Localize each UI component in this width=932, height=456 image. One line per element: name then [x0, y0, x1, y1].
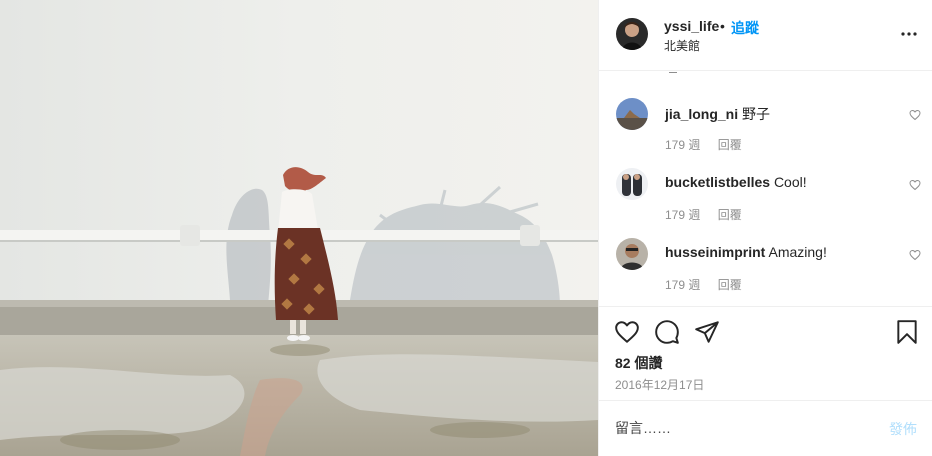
comment-item: jia_long_ni 野子 179 週 回覆 — [599, 98, 932, 160]
more-options-icon[interactable] — [901, 24, 917, 44]
comment-age: 179 週 — [665, 208, 701, 222]
comment-age: 179 週 — [665, 278, 701, 292]
comment-meta: 179 週 回覆 — [665, 276, 756, 293]
author-username[interactable]: yssi_life — [664, 18, 719, 34]
heart-icon[interactable] — [614, 319, 640, 345]
like-comment-heart-icon[interactable] — [909, 108, 921, 121]
like-comment-heart-icon[interactable] — [909, 178, 921, 191]
reply-button[interactable]: 回覆 — [718, 278, 742, 292]
comments-list[interactable]: jia_long_ni 野子 179 週 回覆 bucketlistbelles… — [599, 72, 932, 306]
comment-body: 野子 — [742, 106, 771, 122]
reply-button[interactable]: 回覆 — [718, 208, 742, 222]
comment-text: jia_long_ni 野子 — [665, 104, 770, 124]
post-panel: yssi_life • 追蹤 北美館 jia_long_ni 野子 179 週 … — [598, 0, 932, 456]
post-location[interactable]: 北美館 — [664, 37, 700, 54]
commenter-username[interactable]: bucketlistbelles — [665, 174, 770, 190]
comment-text: bucketlistbelles Cool! — [665, 174, 807, 190]
add-comment-bar: 發佈 — [599, 400, 932, 456]
comment-meta: 179 週 回覆 — [665, 136, 756, 153]
reply-button[interactable]: 回覆 — [718, 138, 742, 152]
like-comment-heart-icon[interactable] — [909, 248, 921, 261]
comment-meta: 179 週 回覆 — [665, 206, 756, 223]
comment-item: husseinimprint Amazing! 179 週 回覆 — [599, 238, 932, 300]
follow-button[interactable]: 追蹤 — [731, 18, 759, 38]
commenter-avatar[interactable] — [616, 168, 648, 200]
comment-body: Amazing! — [768, 244, 827, 260]
post-date[interactable]: 2016年12月17日 — [615, 376, 704, 393]
like-count[interactable]: 82 個讚 — [615, 353, 662, 373]
post-photo[interactable] — [0, 0, 598, 456]
post-comment-button[interactable]: 發佈 — [889, 419, 917, 439]
author-avatar[interactable] — [616, 18, 648, 50]
post-actions: 82 個讚 2016年12月17日 — [599, 306, 932, 400]
comment-text: husseinimprint Amazing! — [665, 244, 827, 260]
post-header: yssi_life • 追蹤 北美館 — [599, 0, 932, 71]
comment-item: bucketlistbelles Cool! 179 週 回覆 — [599, 168, 932, 230]
share-icon[interactable] — [694, 319, 720, 345]
comment-icon[interactable] — [654, 319, 680, 345]
separator-dot: • — [720, 18, 725, 34]
add-comment-input[interactable] — [615, 417, 865, 439]
comment-body: Cool! — [773, 174, 807, 190]
commenter-username[interactable]: jia_long_ni — [665, 106, 738, 122]
commenter-avatar[interactable] — [616, 98, 648, 130]
commenter-avatar[interactable] — [616, 238, 648, 270]
commenter-username[interactable]: husseinimprint — [665, 244, 765, 260]
comment-age: 179 週 — [665, 138, 701, 152]
bookmark-icon[interactable] — [894, 319, 920, 345]
